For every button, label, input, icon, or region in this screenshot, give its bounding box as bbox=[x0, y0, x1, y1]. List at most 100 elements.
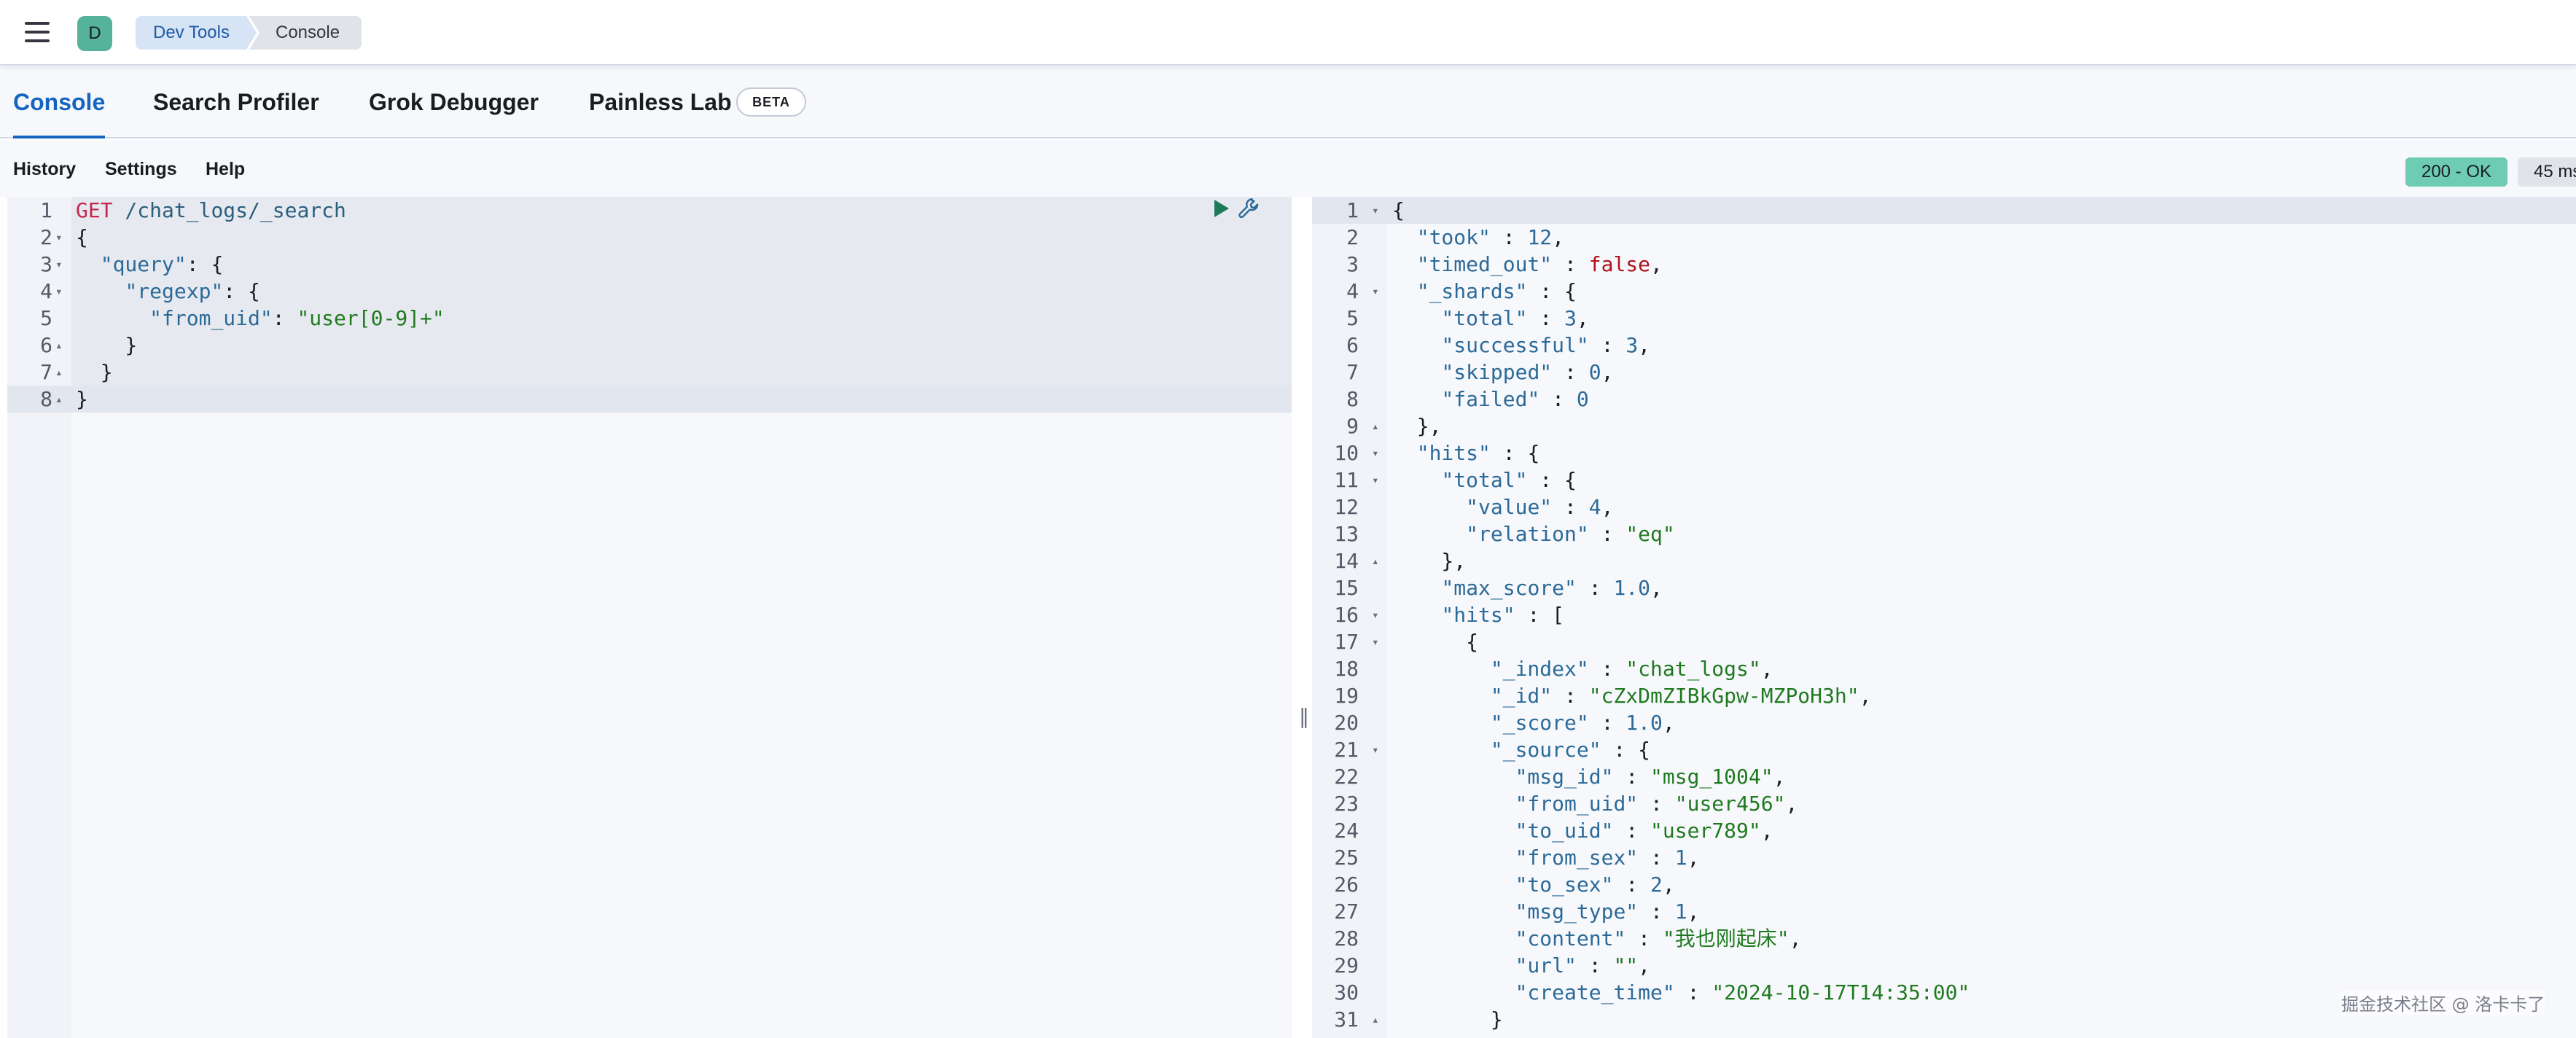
line-number: 1 bbox=[1346, 198, 1359, 222]
line-number: 23 bbox=[1334, 792, 1359, 816]
code-line: 5 "total" : 3, bbox=[1312, 305, 2576, 332]
code-text: { bbox=[1392, 630, 1479, 654]
line-number: 4 bbox=[40, 279, 52, 303]
code-line: 28 "content" : "我也刚起床", bbox=[1312, 925, 2576, 952]
fold-arrow-icon[interactable]: ▾ bbox=[1372, 736, 1379, 763]
code-line: 20 "_score" : 1.0, bbox=[1312, 709, 2576, 736]
code-text: } bbox=[76, 333, 138, 357]
code-text: } bbox=[76, 387, 88, 411]
line-number: 14 bbox=[1334, 549, 1359, 573]
line-number: 4 bbox=[1346, 279, 1359, 303]
run-request-icon[interactable] bbox=[1214, 200, 1229, 217]
line-number: 2 bbox=[1346, 225, 1359, 249]
code-line: 6 ▴ } bbox=[7, 332, 1292, 359]
code-text: "_id" : "cZxDmZIBkGpw-MZPoH3h", bbox=[1490, 684, 1872, 708]
code-text: "took" : 12, bbox=[1416, 225, 1565, 249]
code-line: 3 ▾ "query": { bbox=[7, 251, 1292, 278]
code-text: { bbox=[1392, 198, 1405, 222]
tab-search-profiler[interactable]: Search Profiler bbox=[153, 67, 319, 137]
unfold-arrow-icon[interactable]: ▴ bbox=[55, 359, 63, 386]
line-number: 31 bbox=[1334, 1007, 1359, 1031]
breadcrumb-dev-tools[interactable]: Dev Tools bbox=[136, 16, 257, 50]
code-text: "create_time" : "2024-10-17T14:35:00" bbox=[1515, 980, 1970, 1004]
line-number: 25 bbox=[1334, 846, 1359, 870]
request-method: GET bbox=[76, 198, 113, 222]
wrench-icon[interactable] bbox=[1236, 195, 1262, 222]
unfold-arrow-icon[interactable]: ▴ bbox=[1372, 413, 1379, 440]
fold-arrow-icon[interactable]: ▾ bbox=[55, 224, 63, 251]
line-number: 6 bbox=[40, 333, 52, 357]
code-line: 2 ▾ { bbox=[7, 224, 1292, 251]
tab-console[interactable]: Console bbox=[13, 67, 106, 138]
fold-arrow-icon[interactable]: ▾ bbox=[55, 251, 63, 278]
code-text: "regexp": { bbox=[125, 279, 260, 303]
line-number: 27 bbox=[1334, 900, 1359, 924]
line-number: 7 bbox=[40, 360, 52, 384]
fold-arrow-icon[interactable]: ▾ bbox=[1372, 197, 1379, 224]
code-line: 16 ▾ "hits" : [ bbox=[1312, 601, 2576, 628]
line-number: 19 bbox=[1334, 684, 1359, 708]
code-text: "failed" : 0 bbox=[1441, 387, 1589, 411]
line-number: 8 bbox=[1346, 387, 1359, 411]
code-text: "content" : "我也刚起床", bbox=[1515, 926, 1802, 951]
resize-handle-icon[interactable]: ‖ bbox=[1299, 704, 1309, 728]
line-number: 5 bbox=[1346, 306, 1359, 330]
code-line: 24 "to_uid" : "user789", bbox=[1312, 817, 2576, 844]
fold-arrow-icon[interactable]: ▾ bbox=[1372, 601, 1379, 628]
code-text: "_index" : "chat_logs", bbox=[1490, 657, 1773, 681]
code-line: 13 "relation" : "eq" bbox=[1312, 520, 2576, 547]
space-avatar[interactable]: D bbox=[77, 16, 112, 51]
code-text: "to_uid" : "user789", bbox=[1515, 819, 1773, 843]
code-text: "from_sex" : 1, bbox=[1515, 846, 1700, 870]
hamburger-menu-icon[interactable] bbox=[25, 22, 50, 42]
code-line: 25 "from_sex" : 1, bbox=[1312, 844, 2576, 871]
unfold-arrow-icon[interactable]: ▴ bbox=[1372, 547, 1379, 574]
fold-arrow-icon[interactable]: ▾ bbox=[1372, 628, 1379, 655]
line-number: 13 bbox=[1334, 522, 1359, 546]
code-text: "timed_out" : false, bbox=[1416, 252, 1663, 276]
code-text: "successful" : 3, bbox=[1441, 333, 1651, 357]
fold-arrow-icon[interactable]: ▾ bbox=[1372, 278, 1379, 305]
code-line: 15 "max_score" : 1.0, bbox=[1312, 574, 2576, 601]
code-line: 5 "from_uid": "user[0-9]+" bbox=[7, 305, 1292, 332]
line-number: 6 bbox=[1346, 333, 1359, 357]
line-number: 2 bbox=[40, 225, 52, 249]
line-number: 15 bbox=[1334, 576, 1359, 600]
line-number: 20 bbox=[1334, 711, 1359, 735]
unfold-arrow-icon[interactable]: ▴ bbox=[55, 386, 63, 413]
top-header: D Dev Tools Console bbox=[0, 0, 2576, 66]
code-text: { bbox=[76, 225, 88, 249]
code-text: }, bbox=[1392, 549, 1467, 573]
code-text: "url" : "", bbox=[1515, 953, 1651, 977]
code-text: "max_score" : 1.0, bbox=[1441, 576, 1663, 600]
code-text: "to_sex" : 2, bbox=[1515, 873, 1675, 897]
code-line: 21 ▾ "_source" : { bbox=[1312, 736, 2576, 763]
code-line: 23 "from_uid" : "user456", bbox=[1312, 790, 2576, 817]
beta-badge: BETA bbox=[736, 87, 806, 117]
code-text: "_score" : 1.0, bbox=[1490, 711, 1675, 735]
fold-arrow-icon[interactable]: ▾ bbox=[1372, 467, 1379, 493]
code-line: 19 "_id" : "cZxDmZIBkGpw-MZPoH3h", bbox=[1312, 682, 2576, 709]
line-number: 26 bbox=[1334, 873, 1359, 897]
panel-resizer[interactable]: ‖ bbox=[1295, 197, 1309, 1038]
code-line: 26 "to_sex" : 2, bbox=[1312, 871, 2576, 898]
line-number: 24 bbox=[1334, 819, 1359, 843]
code-line: 7 "skipped" : 0, bbox=[1312, 359, 2576, 386]
unfold-arrow-icon[interactable]: ▴ bbox=[55, 332, 63, 359]
fold-arrow-icon[interactable]: ▾ bbox=[55, 278, 63, 305]
response-viewer[interactable]: 1 ▾ {2 "took" : 12, 3 "timed_out" : false, 4… bbox=[1312, 197, 2576, 1038]
help-link[interactable]: Help bbox=[206, 159, 245, 180]
fold-arrow-icon[interactable]: ▾ bbox=[1372, 440, 1379, 467]
code-text: "value" : 4, bbox=[1466, 495, 1614, 519]
code-line: 3 "timed_out" : false, bbox=[1312, 251, 2576, 278]
settings-link[interactable]: Settings bbox=[105, 159, 177, 180]
tab-painless-lab[interactable]: Painless Lab bbox=[589, 67, 732, 137]
unfold-arrow-icon[interactable]: ▴ bbox=[1372, 1006, 1379, 1033]
history-link[interactable]: History bbox=[13, 159, 76, 180]
watermark: 掘金技术社区 @ 洛卡卡了 bbox=[2341, 990, 2545, 1015]
request-editor[interactable]: 1 GET /chat_logs/_search 2 ▾{3 ▾ "query": … bbox=[7, 197, 1292, 1038]
line-number: 9 bbox=[1346, 414, 1359, 438]
line-number: 21 bbox=[1334, 738, 1359, 762]
tab-grok-debugger[interactable]: Grok Debugger bbox=[369, 67, 539, 137]
code-line: 27 "msg_type" : 1, bbox=[1312, 898, 2576, 925]
